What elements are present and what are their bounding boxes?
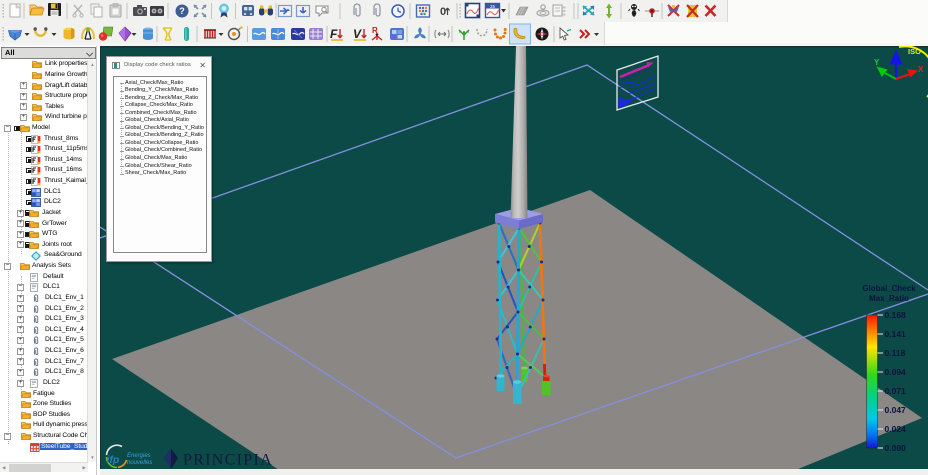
svg-text:0.118: 0.118 [885, 348, 906, 358]
svg-text:X: X [918, 65, 924, 74]
svg-text:?: ? [179, 6, 185, 16]
svg-text:Global_Check: Global_Check [862, 284, 916, 293]
svg-text:ISO: ISO [908, 47, 921, 56]
svg-text:0: 0 [440, 6, 446, 18]
svg-text:0.024: 0.024 [885, 424, 907, 434]
svg-text:0.047: 0.047 [885, 405, 907, 415]
svg-text:ifp: ifp [107, 454, 120, 466]
svg-text:PRINCIPIA: PRINCIPIA [183, 452, 273, 469]
svg-text:F: F [330, 27, 338, 41]
svg-text:25: 25 [490, 4, 496, 9]
svg-text:V: V [353, 27, 362, 41]
svg-text:0.168: 0.168 [885, 310, 907, 320]
svg-text:0.071: 0.071 [885, 386, 907, 396]
svg-text:Energies: Energies [127, 453, 151, 459]
svg-text:0.000: 0.000 [885, 443, 907, 453]
svg-text:Max_Ratio: Max_Ratio [869, 294, 909, 303]
svg-text:Y: Y [874, 58, 880, 67]
svg-text:0.094: 0.094 [885, 367, 907, 377]
svg-text:0.141: 0.141 [885, 329, 907, 339]
svg-text:nouvelles: nouvelles [127, 460, 152, 466]
